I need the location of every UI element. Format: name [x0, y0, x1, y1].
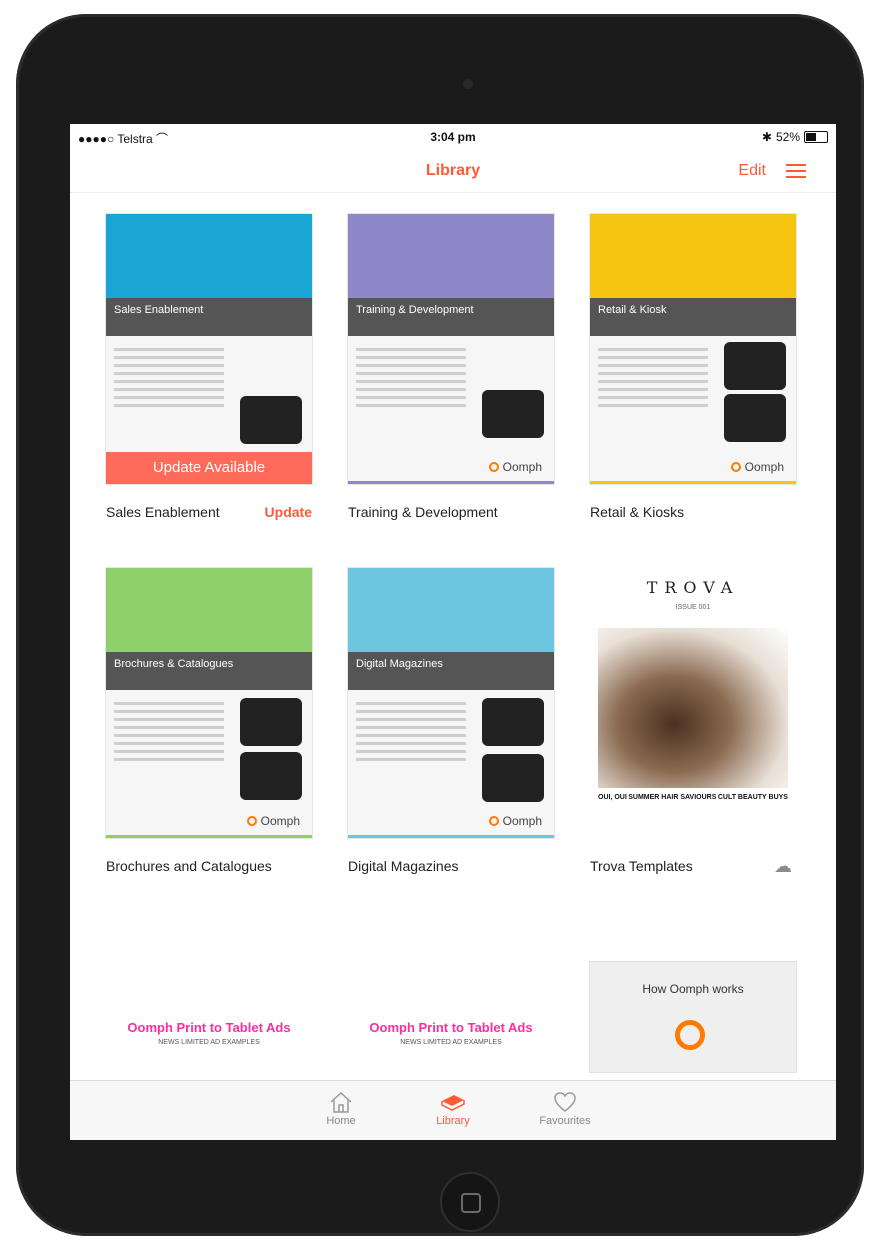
item-caption: Brochures and Catalogues	[106, 858, 272, 874]
trova-issue: ISSUE 001	[675, 604, 711, 611]
trova-masthead: TROVA	[646, 578, 740, 597]
thumb-hero	[106, 568, 312, 652]
thumb-text-lines	[356, 702, 466, 766]
oomph-ring-icon	[675, 1020, 705, 1050]
oomph-logo: Oomph	[730, 460, 784, 474]
item-caption: Training & Development	[348, 504, 498, 520]
thumb-hero	[348, 214, 554, 298]
thumb-tablet-image	[724, 342, 786, 390]
trova-cover-photo	[598, 628, 788, 788]
item-caption: Sales Enablement	[106, 504, 220, 520]
battery: ✱ 52%	[762, 130, 828, 144]
thumb-tablet-image	[240, 698, 302, 746]
thumbnail[interactable]: Training & Development Oomph	[348, 214, 554, 484]
home-button[interactable]	[440, 1172, 500, 1232]
thumb-accent-line	[590, 481, 796, 484]
status-bar: ●●●●○ Telstra ⌒ 3:04 pm ✱ 52%	[70, 124, 836, 148]
oomph-logo: Oomph	[246, 814, 300, 828]
thumb-title: Brochures & Catalogues	[106, 652, 312, 690]
library-item-print-ads-2[interactable]: Oomph Print to Tablet Ads NEWS LIMITED A…	[348, 1020, 554, 1046]
ad-title: Oomph Print to Tablet Ads	[127, 1020, 291, 1035]
thumb-text-lines	[598, 348, 708, 412]
edit-button[interactable]: Edit	[738, 162, 766, 180]
tab-favourites[interactable]: Favourites	[530, 1089, 600, 1127]
tab-library[interactable]: Library	[418, 1089, 488, 1127]
battery-icon	[804, 131, 828, 143]
library-item-print-ads-1[interactable]: Oomph Print to Tablet Ads NEWS LIMITED A…	[106, 1020, 312, 1046]
thumb-hero	[348, 568, 554, 652]
how-title: How Oomph works	[642, 982, 744, 996]
oomph-logo: Oomph	[488, 460, 542, 474]
nav-bar: Library Edit	[70, 148, 836, 193]
tab-bar: Home Library Favourites	[70, 1080, 836, 1140]
thumb-tablet-image	[482, 698, 544, 746]
thumb-hero	[590, 214, 796, 298]
thumbnail[interactable]: Digital Magazines Oomph	[348, 568, 554, 838]
thumb-tablet-image	[482, 754, 544, 802]
oomph-ring-icon	[488, 816, 499, 826]
thumb-tablet-image	[482, 390, 544, 438]
tab-home[interactable]: Home	[306, 1089, 376, 1127]
thumb-tablet-image	[724, 394, 786, 442]
thumb-tablet-image	[240, 396, 302, 444]
library-item-how-oomph-works[interactable]: How Oomph works	[590, 962, 796, 1072]
thumb-title: Training & Development	[348, 298, 554, 336]
thumbnail[interactable]: Retail & Kiosk Oomph	[590, 214, 796, 484]
thumb-accent-line	[106, 835, 312, 838]
screen: ●●●●○ Telstra ⌒ 3:04 pm ✱ 52% Library Ed…	[70, 124, 836, 1140]
page-title: Library	[425, 162, 481, 179]
ad-title: Oomph Print to Tablet Ads	[369, 1020, 533, 1035]
oomph-ring-icon	[488, 462, 499, 472]
hamburger-menu-icon[interactable]	[786, 164, 806, 178]
bluetooth-icon: ✱	[761, 130, 772, 144]
thumb-hero	[106, 214, 312, 298]
thumbnail[interactable]: Brochures & Catalogues Oomph	[106, 568, 312, 838]
update-available-banner: Update Available	[106, 452, 312, 484]
thumb-title: Sales Enablement	[106, 298, 312, 336]
ad-subtitle: NEWS LIMITED AD EXAMPLES	[158, 1039, 260, 1046]
library-icon	[418, 1089, 488, 1115]
thumb-accent-line	[348, 481, 554, 484]
thumb-title: Digital Magazines	[348, 652, 554, 690]
item-caption: Digital Magazines	[348, 858, 459, 874]
thumb-tablet-image	[240, 752, 302, 800]
clock: 3:04 pm	[430, 130, 476, 144]
thumb-text-lines	[356, 348, 466, 412]
thumbnail[interactable]: TROVA ISSUE 001 OUI, OUI SUMMER HAIR SAV…	[590, 568, 796, 838]
oomph-ring-icon	[730, 462, 741, 472]
item-caption: Trova Templates	[590, 858, 693, 874]
thumbnail[interactable]: Sales Enablement Update Available	[106, 214, 312, 484]
oomph-ring-icon	[246, 816, 257, 826]
update-button[interactable]: Update	[265, 504, 312, 520]
front-camera	[462, 78, 474, 90]
trova-cover-columns: OUI, OUI SUMMER HAIR SAVIOURS CULT BEAUT…	[598, 794, 788, 801]
cloud-download-icon[interactable]: ☁	[774, 856, 792, 877]
home-icon	[306, 1089, 376, 1115]
oomph-logo: Oomph	[488, 814, 542, 828]
thumb-accent-line	[348, 835, 554, 838]
thumb-text-lines	[114, 702, 224, 766]
ad-subtitle: NEWS LIMITED AD EXAMPLES	[400, 1039, 502, 1046]
thumb-title: Retail & Kiosk	[590, 298, 796, 336]
item-caption: Retail & Kiosks	[590, 504, 685, 520]
heart-icon	[530, 1089, 600, 1115]
thumb-text-lines	[114, 348, 224, 412]
